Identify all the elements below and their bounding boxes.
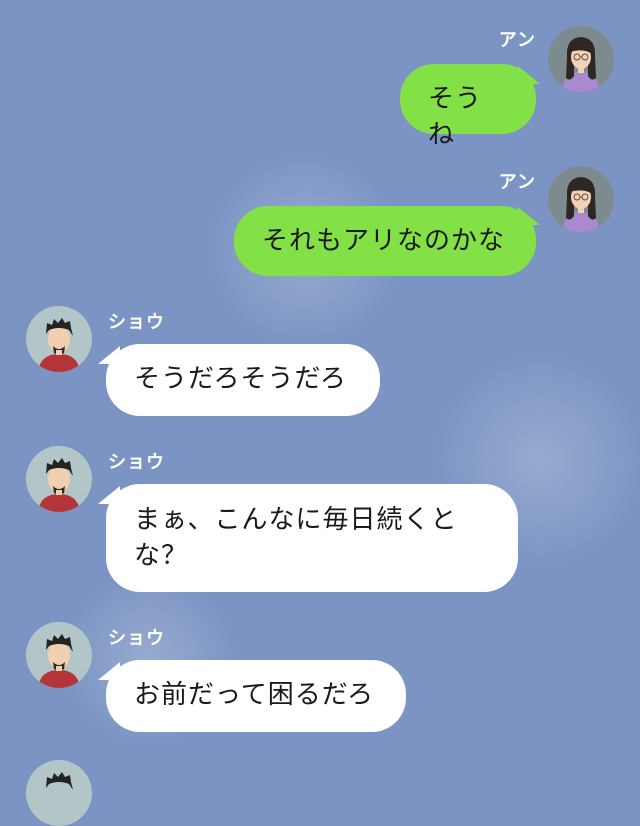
sender-name: アン bbox=[498, 172, 536, 193]
shou-avatar-icon[interactable] bbox=[26, 622, 92, 688]
message-bubble[interactable]: そうだろそうだろ bbox=[106, 344, 380, 416]
message-bubble[interactable]: そうね bbox=[400, 64, 536, 150]
shou-avatar-icon[interactable] bbox=[26, 306, 92, 372]
chat-message-outgoing: アン それもアリなのかな bbox=[0, 140, 640, 280]
sender-name: ショウ bbox=[108, 452, 165, 473]
message-bubble[interactable]: それもアリなのかな bbox=[234, 206, 536, 276]
an-avatar-icon[interactable] bbox=[548, 26, 614, 92]
message-bubble[interactable]: まぁ、こんなに毎日続くとな？ bbox=[106, 484, 518, 592]
message-bubble[interactable]: お前だって困るだろ bbox=[106, 660, 406, 732]
shou-avatar-icon[interactable] bbox=[26, 446, 92, 512]
an-avatar-icon[interactable] bbox=[548, 166, 614, 232]
sender-name: アン bbox=[498, 30, 536, 51]
chat-message-outgoing: アン そうね bbox=[0, 0, 640, 150]
sender-name: ショウ bbox=[108, 312, 165, 333]
sender-name: ショウ bbox=[108, 628, 165, 649]
chat-message-incoming: ショウ お前だって困るだろ bbox=[0, 618, 640, 748]
chat-message-incoming: ショウ まぁ、こんなに毎日続くとな？ bbox=[0, 440, 640, 610]
chat-message-incoming: ショウ そうだろそうだろ bbox=[0, 300, 640, 430]
shou-avatar-icon[interactable] bbox=[26, 760, 92, 826]
